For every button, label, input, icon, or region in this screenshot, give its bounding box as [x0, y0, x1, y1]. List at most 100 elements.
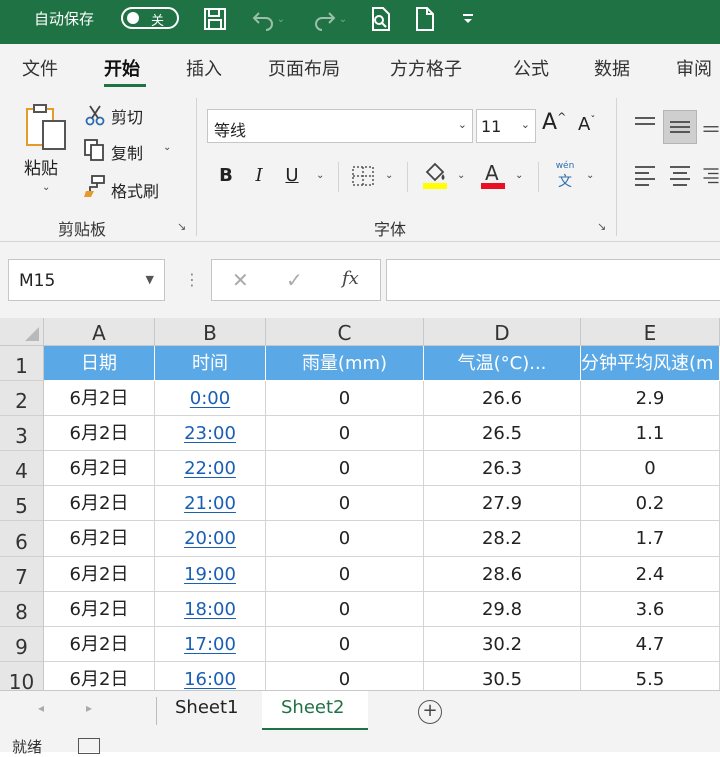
table-cell[interactable]: 0	[266, 662, 424, 690]
sheet-tab-sheet1[interactable]: Sheet1	[175, 697, 239, 718]
table-cell[interactable]: 0	[581, 451, 720, 486]
insert-function-icon[interactable]: fx	[342, 268, 359, 289]
tab-data[interactable]: 数据	[594, 55, 630, 81]
table-cell[interactable]: 3.6	[581, 592, 720, 627]
row-header[interactable]: 1	[0, 346, 44, 381]
table-cell[interactable]: 0	[266, 592, 424, 627]
prev-sheet-icon[interactable]: ◂	[38, 701, 44, 715]
table-cell[interactable]: 6月2日	[44, 486, 155, 521]
table-cell[interactable]: 0	[266, 627, 424, 662]
table-cell[interactable]: 30.2	[424, 627, 581, 662]
copy-button[interactable]: 复制	[111, 140, 143, 164]
table-cell[interactable]: 0	[266, 451, 424, 486]
font-size-select[interactable]: 11 ⌄	[476, 109, 536, 143]
table-cell[interactable]: 27.9	[424, 486, 581, 521]
row-header[interactable]: 9	[0, 627, 44, 662]
next-sheet-icon[interactable]: ▸	[86, 701, 92, 715]
dialog-launcher-icon[interactable]: ↘	[597, 220, 606, 233]
new-document-icon[interactable]	[410, 4, 440, 34]
row-header[interactable]: 7	[0, 557, 44, 592]
chevron-down-icon[interactable]: ⌄	[277, 14, 285, 25]
borders-icon[interactable]	[350, 164, 376, 188]
table-cell[interactable]: 16:00	[155, 662, 266, 690]
name-box[interactable]: M15 ▼	[8, 259, 165, 301]
more-options-icon[interactable]: ⋮	[184, 270, 200, 289]
chevron-down-icon[interactable]: ⌄	[385, 170, 393, 181]
table-cell[interactable]: 1.1	[581, 416, 720, 451]
paste-button[interactable]: 粘贴	[24, 154, 58, 179]
align-bottom-icon[interactable]	[702, 116, 720, 142]
table-cell[interactable]: 17:00	[155, 627, 266, 662]
table-cell[interactable]: 6月2日	[44, 521, 155, 557]
table-cell[interactable]: 22:00	[155, 451, 266, 486]
align-top-icon[interactable]	[632, 112, 658, 138]
underline-button[interactable]: U	[279, 162, 305, 190]
table-cell[interactable]: 1.7	[581, 521, 720, 557]
formula-input[interactable]	[386, 259, 720, 301]
table-cell[interactable]: 0	[266, 521, 424, 557]
header-cell[interactable]: 日期	[44, 346, 155, 381]
chevron-down-icon[interactable]: ⌄	[42, 182, 50, 193]
save-icon[interactable]	[200, 4, 230, 34]
dialog-launcher-icon[interactable]: ↘	[177, 220, 186, 233]
enter-icon[interactable]: ✓	[286, 268, 303, 292]
sheet-tab-sheet2[interactable]: Sheet2	[262, 691, 368, 731]
column-header-c[interactable]: C	[266, 318, 424, 346]
tab-ffcell[interactable]: 方方格子	[390, 55, 462, 81]
row-header[interactable]: 5	[0, 486, 44, 521]
autosave-toggle[interactable]: 关	[121, 7, 179, 29]
table-cell[interactable]: 26.3	[424, 451, 581, 486]
column-header-b[interactable]: B	[155, 318, 266, 346]
align-left-icon[interactable]	[632, 162, 658, 188]
row-header[interactable]: 10	[0, 662, 44, 690]
chevron-down-icon[interactable]: ⌄	[457, 170, 465, 181]
print-preview-icon[interactable]	[366, 4, 396, 34]
align-right-icon[interactable]	[702, 162, 720, 188]
align-middle-selected[interactable]	[663, 110, 697, 144]
header-cell[interactable]: 气温(°C)...	[424, 346, 581, 381]
header-cell[interactable]: 时间	[155, 346, 266, 381]
undo-icon[interactable]: ⌄	[244, 4, 292, 34]
table-cell[interactable]: 6月2日	[44, 451, 155, 486]
font-color-icon[interactable]: A	[478, 160, 508, 190]
table-cell[interactable]: 0	[266, 486, 424, 521]
table-cell[interactable]: 6月2日	[44, 381, 155, 416]
format-painter-icon[interactable]	[82, 174, 106, 198]
table-cell[interactable]: 6月2日	[44, 662, 155, 690]
decrease-font-size-icon[interactable]: Aˇ	[578, 114, 595, 135]
phonetic-guide-icon[interactable]: wén 文	[550, 160, 580, 192]
tab-insert[interactable]: 插入	[186, 55, 222, 81]
table-cell[interactable]: 28.6	[424, 557, 581, 592]
column-header-a[interactable]: A	[44, 318, 155, 346]
table-cell[interactable]: 20:00	[155, 521, 266, 557]
table-cell[interactable]: 0:00	[155, 381, 266, 416]
redo-icon[interactable]: ⌄	[306, 4, 354, 34]
table-cell[interactable]: 26.5	[424, 416, 581, 451]
table-cell[interactable]: 28.2	[424, 521, 581, 557]
table-cell[interactable]: 6月2日	[44, 627, 155, 662]
table-cell[interactable]: 21:00	[155, 486, 266, 521]
table-cell[interactable]: 26.6	[424, 381, 581, 416]
table-cell[interactable]: 0.2	[581, 486, 720, 521]
chevron-down-icon[interactable]: ⌄	[339, 14, 347, 25]
chevron-down-icon[interactable]: ⌄	[515, 170, 523, 181]
font-name-select[interactable]: 等线 ⌄	[207, 109, 473, 143]
chevron-down-icon[interactable]: ▼	[146, 273, 154, 286]
row-header[interactable]: 8	[0, 592, 44, 627]
copy-icon[interactable]	[82, 138, 106, 162]
chevron-down-icon[interactable]: ⌄	[521, 118, 530, 131]
tab-review[interactable]: 审阅	[676, 55, 712, 81]
row-header[interactable]: 4	[0, 451, 44, 486]
select-all-corner[interactable]	[0, 318, 44, 346]
increase-font-size-icon[interactable]: A^	[542, 110, 566, 135]
clipboard-icon[interactable]	[22, 102, 70, 154]
table-cell[interactable]: 2.9	[581, 381, 720, 416]
table-cell[interactable]: 6月2日	[44, 557, 155, 592]
scissors-icon[interactable]	[84, 104, 106, 126]
customize-toolbar-icon[interactable]	[456, 4, 480, 34]
chevron-down-icon[interactable]: ⌄	[163, 142, 171, 153]
tab-home[interactable]: 开始	[104, 55, 140, 81]
table-cell[interactable]: 5.5	[581, 662, 720, 690]
column-header-d[interactable]: D	[424, 318, 581, 346]
row-header[interactable]: 2	[0, 381, 44, 416]
